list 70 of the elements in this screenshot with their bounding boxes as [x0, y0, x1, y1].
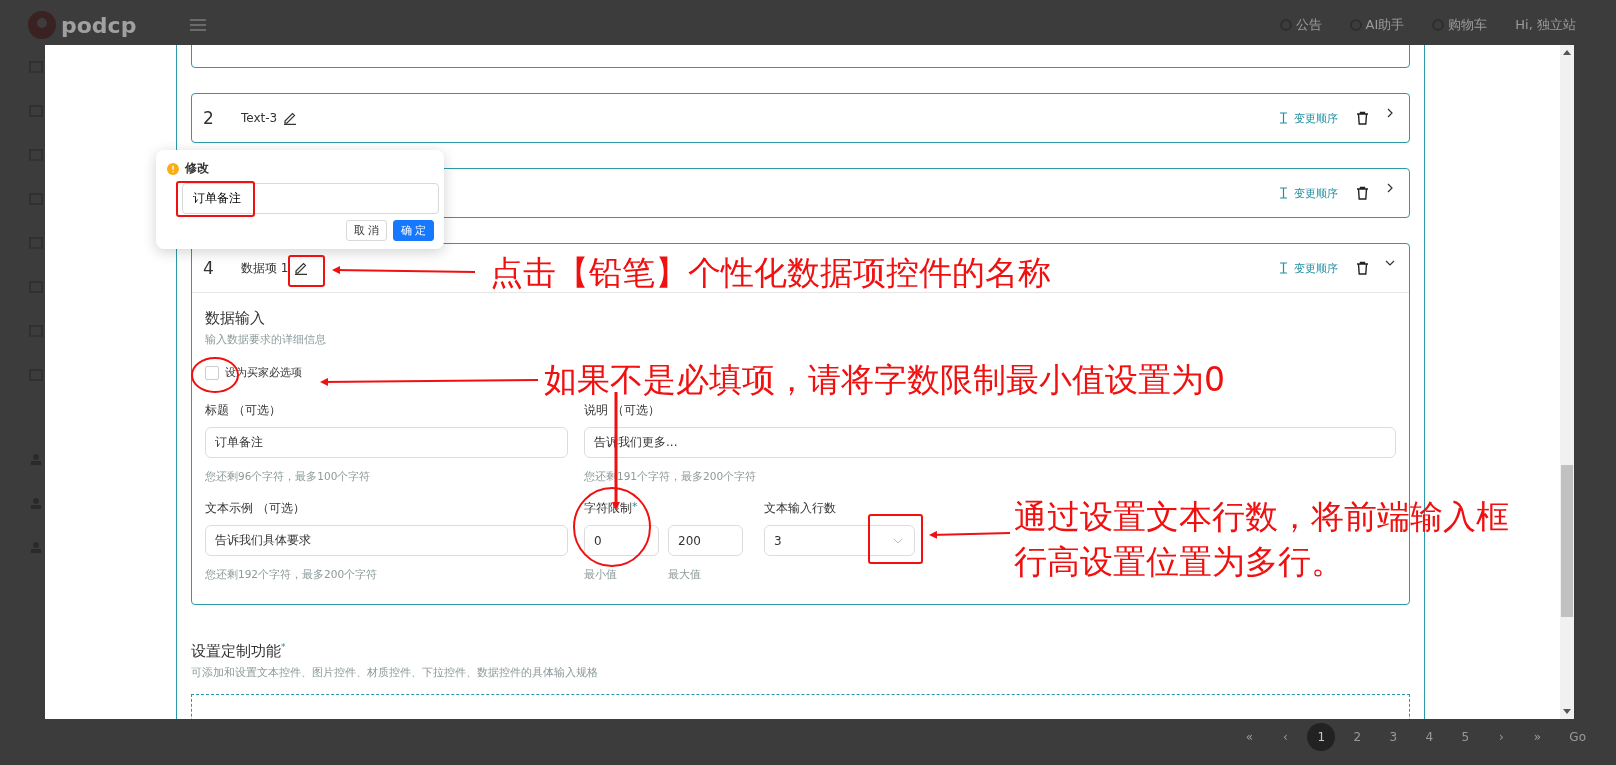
title-field[interactable]: 订单备注 [205, 427, 568, 458]
page-button[interactable]: 3 [1379, 723, 1408, 751]
annotation-text: 行高设置位置为多行。 [1014, 541, 1345, 583]
required-mark: * [632, 500, 638, 513]
scrollbar-thumb[interactable] [1561, 465, 1573, 617]
header-link[interactable]: AI助手 [1365, 16, 1405, 34]
annotation-text: 如果不是必填项，请将字数限制最小值设置为0 [544, 359, 1225, 401]
scrollbar[interactable] [1560, 45, 1574, 719]
example-field[interactable]: 告诉我们具体要求 [205, 525, 568, 556]
page-button[interactable]: 4 [1415, 723, 1444, 751]
header-link[interactable]: 购物车 [1448, 16, 1488, 34]
go-button[interactable]: Go [1569, 730, 1586, 744]
annotation-text: 点击【铅笔】个性化数据项控件的名称 [490, 252, 1051, 294]
field-hint: 最大值 [668, 568, 702, 582]
warning-icon [167, 162, 179, 175]
chevron-icon[interactable] [1385, 258, 1395, 268]
page-button[interactable]: » [1523, 723, 1552, 751]
field-hint: 最小值 [584, 568, 618, 582]
section-subtitle: 可添加和设置文本控件、图片控件、材质控件、下拉控件、数据控件的具体输入规格 [191, 665, 599, 680]
item-name: Text-3 [241, 111, 278, 125]
cancel-button[interactable]: 取消 [346, 220, 387, 241]
reorder-link[interactable]: 变更顺序 [1294, 185, 1338, 201]
text-cursor-icon [1279, 262, 1288, 274]
menu-icon[interactable] [190, 19, 207, 31]
field-label: 文本输入行数 [764, 500, 837, 517]
item-number: 2 [203, 108, 215, 128]
section-title: 设置定制功能 [191, 642, 281, 660]
rows-dropdown[interactable]: 3 [764, 525, 915, 556]
text-cursor-icon [1279, 187, 1288, 199]
trash-icon[interactable] [1356, 111, 1369, 125]
checkbox[interactable] [205, 365, 219, 380]
chevron-icon[interactable] [1385, 108, 1395, 118]
reorder-link[interactable]: 变更顺序 [1294, 260, 1338, 276]
confirm-button[interactable]: 确定 [393, 220, 434, 241]
max-field[interactable]: 200 [668, 525, 743, 556]
reorder-link[interactable]: 变更顺序 [1294, 110, 1338, 126]
popover-title: 修改 [185, 160, 209, 177]
trash-icon[interactable] [1356, 261, 1369, 275]
field-label: 说明 （可选） [584, 402, 661, 419]
logo-text: podcp [61, 12, 137, 38]
page-button[interactable]: « [1235, 723, 1264, 751]
highlight-rectangle [288, 255, 325, 287]
section-subtitle: 输入数据要求的详细信息 [205, 332, 327, 347]
pencil-icon[interactable] [294, 261, 309, 275]
name-field[interactable]: 订单备注 [182, 183, 439, 214]
page-button[interactable]: ‹ [1271, 723, 1300, 751]
chevron-icon [893, 537, 903, 544]
scroll-up-icon[interactable] [1563, 50, 1571, 55]
user-greeting[interactable]: Hi, 独立站 [1515, 16, 1576, 34]
pencil-icon[interactable] [283, 111, 298, 125]
logo-icon [27, 10, 57, 40]
item-name: 数据项 1 [241, 259, 289, 277]
header-link[interactable]: 公告 [1295, 16, 1322, 34]
section-title: 数据输入 [205, 309, 266, 328]
page-button[interactable]: 1 [1307, 723, 1336, 751]
item-number: 4 [203, 258, 215, 278]
min-field[interactable]: 0 [584, 525, 659, 556]
trash-icon[interactable] [1356, 186, 1369, 200]
chevron-icon[interactable] [1385, 183, 1395, 193]
highlight-rectangle [868, 514, 923, 564]
page-button[interactable]: 2 [1343, 723, 1372, 751]
page-button[interactable]: 5 [1451, 723, 1480, 751]
scroll-down-icon[interactable] [1563, 709, 1571, 714]
required-mark: * [281, 642, 286, 652]
field-hint: 您还剩192个字符，最多200个字符 [205, 568, 379, 582]
field-hint: 您还剩96个字符，最多100个字符 [205, 470, 372, 484]
field-label: 文本示例 （可选） [205, 500, 306, 517]
text-cursor-icon [1279, 112, 1288, 124]
page-button[interactable]: › [1487, 723, 1516, 751]
field-label: 标题 （可选） [205, 402, 282, 419]
